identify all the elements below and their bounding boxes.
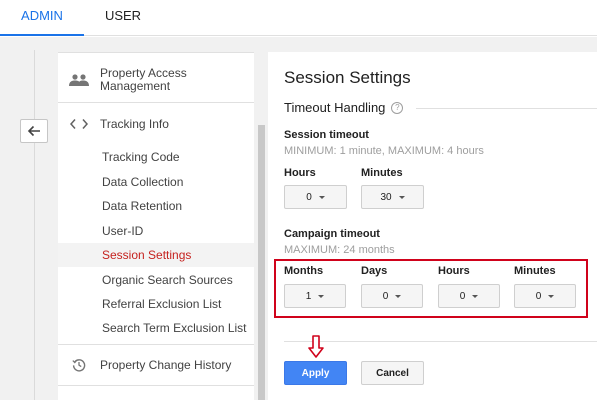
sidebar-item-data-collection[interactable]: Data Collection bbox=[58, 170, 254, 194]
section-heading-text: Timeout Handling bbox=[284, 100, 386, 115]
sidebar-item-property-change-history[interactable]: Property Change History bbox=[58, 353, 254, 377]
session-minutes-label: Minutes bbox=[361, 167, 403, 179]
cancel-button[interactable]: Cancel bbox=[361, 361, 424, 385]
campaign-hours-select[interactable]: 0 bbox=[438, 284, 500, 308]
campaign-days-select[interactable]: 0 bbox=[361, 284, 423, 308]
nav-divider bbox=[58, 344, 254, 345]
session-timeout-hint: MINIMUM: 1 minute, MAXIMUM: 4 hours bbox=[284, 145, 484, 157]
session-timeout-title: Session timeout bbox=[284, 129, 369, 141]
form-divider bbox=[284, 341, 597, 342]
campaign-minutes-label: Minutes bbox=[514, 265, 556, 277]
nav-rail-line bbox=[34, 50, 35, 400]
select-value: 0 bbox=[382, 290, 389, 302]
select-value: 30 bbox=[380, 191, 392, 203]
caret-down-icon bbox=[318, 195, 325, 199]
history-icon bbox=[58, 358, 100, 372]
session-hours-select[interactable]: 0 bbox=[284, 185, 347, 209]
code-icon bbox=[58, 118, 100, 130]
caret-down-icon bbox=[318, 294, 325, 298]
select-value: 0 bbox=[306, 191, 312, 203]
campaign-hours-label: Hours bbox=[438, 265, 470, 277]
caret-down-icon bbox=[395, 294, 402, 298]
campaign-minutes-select[interactable]: 0 bbox=[514, 284, 576, 308]
help-icon[interactable]: ? bbox=[391, 101, 404, 114]
nav-divider bbox=[58, 385, 254, 386]
caret-down-icon bbox=[472, 294, 479, 298]
section-heading: Timeout Handling ? bbox=[284, 100, 404, 115]
sidebar-nav: Property Access Management Tracking Info… bbox=[58, 52, 254, 400]
people-icon bbox=[58, 74, 100, 86]
sidebar-item-label: Property Access Management bbox=[100, 66, 187, 93]
page-title: Session Settings bbox=[284, 68, 411, 87]
tab-admin[interactable]: ADMIN bbox=[0, 0, 84, 36]
campaign-months-select[interactable]: 1 bbox=[284, 284, 346, 308]
tab-user[interactable]: USER bbox=[84, 0, 162, 36]
select-value: 1 bbox=[305, 290, 312, 302]
section-divider bbox=[416, 108, 597, 109]
sidebar-item-property-access[interactable]: Property Access Management bbox=[58, 66, 254, 94]
session-minutes-select[interactable]: 30 bbox=[361, 185, 424, 209]
sidebar-item-user-id[interactable]: User-ID bbox=[58, 219, 254, 243]
nav-divider bbox=[58, 102, 254, 103]
select-value: 0 bbox=[459, 290, 466, 302]
sidebar-item-label: Tracking Info bbox=[100, 116, 169, 131]
sidebar-scrollbar[interactable] bbox=[258, 125, 265, 400]
caret-down-icon bbox=[398, 195, 405, 199]
campaign-timeout-hint: MAXIMUM: 24 months bbox=[284, 244, 395, 256]
sidebar-item-session-settings[interactable]: Session Settings bbox=[58, 243, 254, 267]
campaign-timeout-title: Campaign timeout bbox=[284, 228, 380, 240]
down-arrow-icon bbox=[308, 335, 324, 364]
sidebar-item-label: Property Change History bbox=[100, 357, 232, 372]
back-arrow-icon bbox=[27, 125, 40, 137]
sidebar-item-search-term-exclusion-list[interactable]: Search Term Exclusion List bbox=[58, 316, 254, 340]
top-tab-bar: ADMIN USER bbox=[0, 0, 597, 36]
session-hours-label: Hours bbox=[284, 167, 316, 179]
back-button[interactable] bbox=[20, 119, 48, 143]
main-panel: Session Settings Timeout Handling ? Sess… bbox=[268, 52, 597, 400]
select-value: 0 bbox=[535, 290, 542, 302]
nav-divider bbox=[58, 52, 254, 53]
sidebar-item-tracking-code[interactable]: Tracking Code bbox=[58, 145, 254, 169]
sidebar-item-organic-search-sources[interactable]: Organic Search Sources bbox=[58, 268, 254, 292]
apply-button[interactable]: Apply bbox=[284, 361, 347, 385]
sidebar-item-referral-exclusion-list[interactable]: Referral Exclusion List bbox=[58, 292, 254, 316]
sidebar-item-tracking-info[interactable]: Tracking Info bbox=[58, 112, 254, 136]
caret-down-icon bbox=[548, 294, 555, 298]
sidebar-item-data-retention[interactable]: Data Retention bbox=[58, 194, 254, 218]
campaign-months-label: Months bbox=[284, 265, 324, 277]
campaign-days-label: Days bbox=[361, 265, 388, 277]
